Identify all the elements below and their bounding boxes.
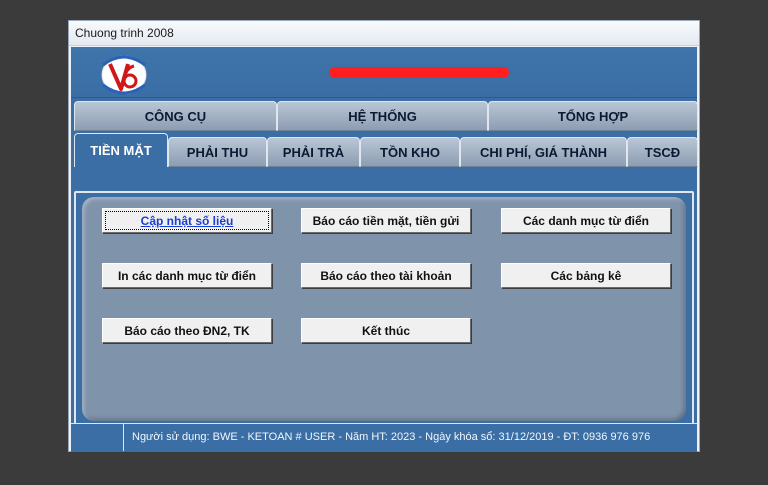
v6-logo-icon bbox=[101, 55, 147, 95]
cac-bang-ke-button[interactable]: Các bảng kê bbox=[501, 263, 671, 288]
tab-phai-tra[interactable]: PHẢI TRẢ bbox=[267, 137, 360, 167]
bao-cao-theo-tai-khoan-button[interactable]: Báo cáo theo tài khoản bbox=[301, 263, 471, 288]
tab-panel: Cập nhật số liệu Báo cáo tiền mặt, tiền … bbox=[74, 191, 694, 425]
tab-tong-hop[interactable]: TỔNG HỢP bbox=[488, 101, 698, 131]
status-text: Người sử dụng: BWE - KETOAN # USER - Năm… bbox=[132, 431, 651, 443]
tab-cong-cu[interactable]: CÔNG CỤ bbox=[74, 101, 277, 131]
cap-nhat-so-lieu-button[interactable]: Cập nhật số liệu bbox=[102, 208, 272, 233]
bao-cao-theo-dn2-tk-button[interactable]: Báo cáo theo ĐN2, TK bbox=[102, 318, 272, 343]
status-bar: Người sử dụng: BWE - KETOAN # USER - Năm… bbox=[71, 423, 697, 452]
ket-thuc-button[interactable]: Kết thúc bbox=[301, 318, 471, 343]
window-title: Chuong trinh 2008 bbox=[75, 26, 174, 40]
tab-tien-mat[interactable]: TIỀN MẶT bbox=[74, 133, 168, 167]
tab-phai-thu[interactable]: PHẢI THU bbox=[168, 137, 267, 167]
in-cac-danh-muc-tu-dien-button[interactable]: In các danh mục từ điển bbox=[102, 263, 272, 288]
tab-tscd[interactable]: TSCĐ bbox=[627, 137, 698, 167]
app-window: Chuong trinh 2008 CÔNG CỤ HỆ THỐNG TỔNG … bbox=[68, 20, 700, 452]
redacted-company-name bbox=[329, 67, 509, 78]
app-body: CÔNG CỤ HỆ THỐNG TỔNG HỢP TIỀN MẶT PHẢI … bbox=[71, 47, 698, 452]
tab-chi-phi-gia-thanh[interactable]: CHI PHÍ, GIÁ THÀNH bbox=[460, 137, 627, 167]
tab-he-thong[interactable]: HỆ THỐNG bbox=[277, 101, 488, 131]
banner bbox=[71, 47, 697, 98]
title-bar[interactable]: Chuong trinh 2008 bbox=[69, 21, 699, 46]
tab-ton-kho[interactable]: TỒN KHO bbox=[360, 137, 460, 167]
cac-danh-muc-tu-dien-button[interactable]: Các danh mục từ điển bbox=[501, 208, 671, 233]
bao-cao-tien-mat-tien-gui-button[interactable]: Báo cáo tiền mặt, tiền gửi bbox=[301, 208, 471, 233]
status-segment bbox=[71, 424, 124, 451]
button-area: Cập nhật số liệu Báo cáo tiền mặt, tiền … bbox=[82, 197, 686, 421]
